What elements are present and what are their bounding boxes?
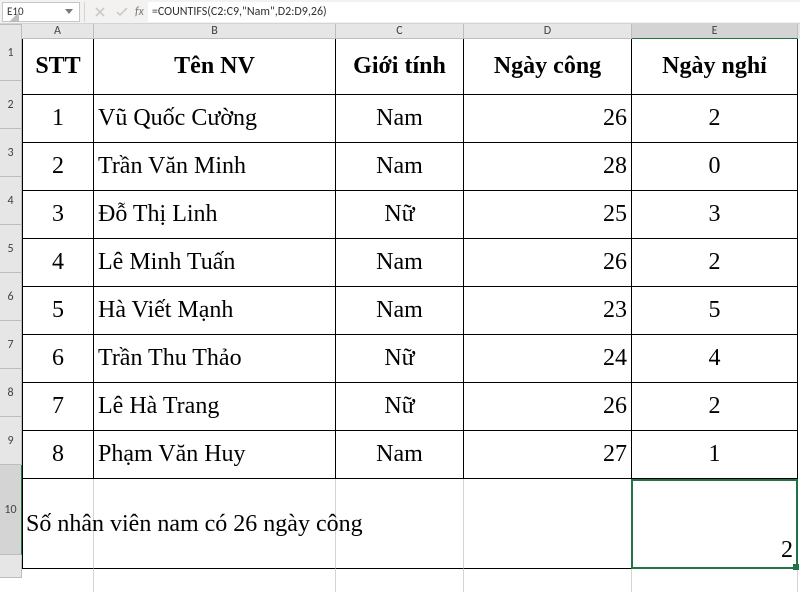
cell-D5[interactable]: 26 bbox=[464, 239, 632, 287]
cell-C3[interactable]: Nam bbox=[336, 143, 464, 191]
cell-C11[interactable] bbox=[336, 569, 464, 592]
cell-A7[interactable]: 6 bbox=[22, 335, 94, 383]
row-header-3[interactable]: 3 bbox=[0, 129, 22, 177]
cell-B3[interactable]: Trần Văn Minh bbox=[94, 143, 336, 191]
cell-A4[interactable]: 3 bbox=[22, 191, 94, 239]
select-all-corner[interactable] bbox=[0, 24, 22, 25]
cell-E10[interactable]: 2 bbox=[632, 479, 798, 569]
column-headers: A B C D E bbox=[22, 24, 800, 39]
row-header-9[interactable]: 9 bbox=[0, 417, 22, 465]
summary-label-text: Số nhân viên nam có 26 ngày công bbox=[22, 479, 632, 569]
cell-E2[interactable]: 2 bbox=[632, 95, 798, 143]
cell-B9[interactable]: Phạm Văn Huy bbox=[94, 431, 336, 479]
cell-B2[interactable]: Vũ Quốc Cường bbox=[94, 95, 336, 143]
cells-area[interactable]: STT Tên NV Giới tính Ngày công Ngày nghỉ… bbox=[22, 39, 800, 592]
cell-A3[interactable]: 2 bbox=[22, 143, 94, 191]
row-headers: 1 2 3 4 5 6 7 8 9 10 bbox=[0, 25, 22, 578]
cell-D6[interactable]: 23 bbox=[464, 287, 632, 335]
cell-B1[interactable]: Tên NV bbox=[94, 39, 336, 95]
cell-A9[interactable]: 8 bbox=[22, 431, 94, 479]
chevron-down-icon[interactable] bbox=[63, 3, 75, 21]
cell-C4[interactable]: Nữ bbox=[336, 191, 464, 239]
row-header-7[interactable]: 7 bbox=[0, 321, 22, 369]
row-header-11[interactable] bbox=[0, 555, 22, 578]
fx-icon[interactable]: fx bbox=[133, 5, 148, 19]
cell-B8[interactable]: Lê Hà Trang bbox=[94, 383, 336, 431]
cell-C2[interactable]: Nam bbox=[336, 95, 464, 143]
row-header-2[interactable]: 2 bbox=[0, 81, 22, 129]
cell-B4[interactable]: Đỗ Thị Linh bbox=[94, 191, 336, 239]
cell-E1[interactable]: Ngày nghỉ bbox=[632, 39, 798, 95]
cell-A5[interactable]: 4 bbox=[22, 239, 94, 287]
cell-E8[interactable]: 2 bbox=[632, 383, 798, 431]
formula-bar-input[interactable] bbox=[148, 2, 800, 22]
cancel-icon bbox=[89, 2, 111, 22]
cell-A11[interactable] bbox=[22, 569, 94, 592]
cell-B7[interactable]: Trần Thu Thảo bbox=[94, 335, 336, 383]
cell-E6[interactable]: 5 bbox=[632, 287, 798, 335]
cell-C6[interactable]: Nam bbox=[336, 287, 464, 335]
divider bbox=[84, 2, 85, 22]
cell-D8[interactable]: 26 bbox=[464, 383, 632, 431]
cell-E5[interactable]: 2 bbox=[632, 239, 798, 287]
cell-D3[interactable]: 28 bbox=[464, 143, 632, 191]
row-header-8[interactable]: 8 bbox=[0, 369, 22, 417]
cell-D11[interactable] bbox=[464, 569, 632, 592]
col-header-C[interactable]: C bbox=[336, 24, 464, 39]
cell-A2[interactable]: 1 bbox=[22, 95, 94, 143]
cell-C7[interactable]: Nữ bbox=[336, 335, 464, 383]
cell-D1[interactable]: Ngày công bbox=[464, 39, 632, 95]
cell-E4[interactable]: 3 bbox=[632, 191, 798, 239]
row-header-10[interactable]: 10 bbox=[0, 465, 22, 555]
row-header-1[interactable]: 1 bbox=[0, 25, 22, 81]
cell-E11[interactable] bbox=[632, 569, 798, 592]
row-header-4[interactable]: 4 bbox=[0, 177, 22, 225]
enter-icon bbox=[111, 2, 133, 22]
cell-C5[interactable]: Nam bbox=[336, 239, 464, 287]
cell-D9[interactable]: 27 bbox=[464, 431, 632, 479]
formula-bar-row: E10 fx bbox=[0, 0, 800, 24]
cell-D2[interactable]: 26 bbox=[464, 95, 632, 143]
spreadsheet-grid: 1 2 3 4 5 6 7 8 9 10 A B C D E STT Tên N… bbox=[0, 24, 800, 577]
cell-E9[interactable]: 1 bbox=[632, 431, 798, 479]
row-header-5[interactable]: 5 bbox=[0, 225, 22, 273]
row-header-6[interactable]: 6 bbox=[0, 273, 22, 321]
col-header-E[interactable]: E bbox=[632, 24, 798, 39]
cell-B5[interactable]: Lê Minh Tuấn bbox=[94, 239, 336, 287]
col-header-A[interactable]: A bbox=[22, 24, 94, 39]
cell-A1[interactable]: STT bbox=[22, 39, 94, 95]
cell-A8[interactable]: 7 bbox=[22, 383, 94, 431]
cell-E3[interactable]: 0 bbox=[632, 143, 798, 191]
cell-C1[interactable]: Giới tính bbox=[336, 39, 464, 95]
cell-B6[interactable]: Hà Viết Mạnh bbox=[94, 287, 336, 335]
col-header-B[interactable]: B bbox=[94, 24, 336, 39]
cell-D4[interactable]: 25 bbox=[464, 191, 632, 239]
cell-A6[interactable]: 5 bbox=[22, 287, 94, 335]
cell-C9[interactable]: Nam bbox=[336, 431, 464, 479]
cell-E7[interactable]: 4 bbox=[632, 335, 798, 383]
col-header-D[interactable]: D bbox=[464, 24, 632, 39]
cell-D7[interactable]: 24 bbox=[464, 335, 632, 383]
cell-B11[interactable] bbox=[94, 569, 336, 592]
cell-C8[interactable]: Nữ bbox=[336, 383, 464, 431]
